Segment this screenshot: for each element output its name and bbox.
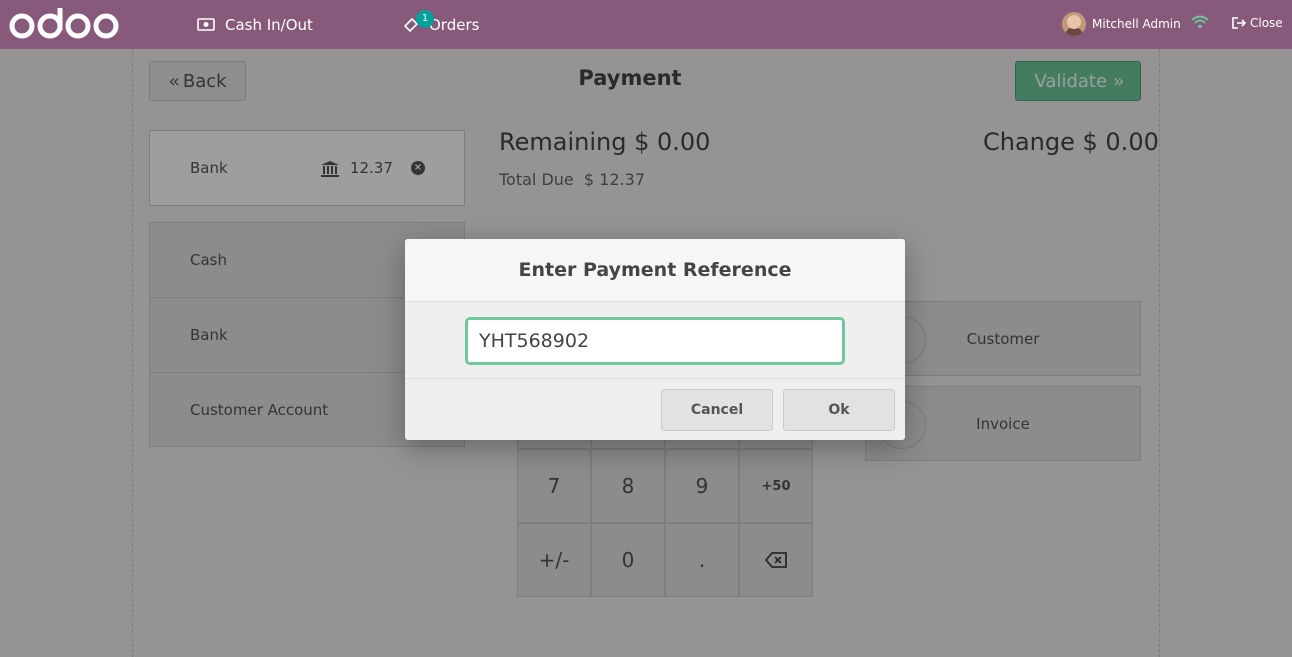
cash-icon bbox=[197, 18, 215, 31]
orders-button[interactable]: 1 Orders bbox=[403, 0, 479, 49]
cash-in-out-label: Cash In/Out bbox=[225, 15, 313, 34]
sign-out-icon bbox=[1232, 17, 1246, 29]
dialog-footer: Cancel Ok bbox=[405, 379, 905, 440]
cash-in-out-button[interactable]: Cash In/Out bbox=[197, 0, 313, 49]
orders-count-badge: 1 bbox=[416, 10, 434, 28]
avatar bbox=[1062, 12, 1086, 36]
dialog-title: Enter Payment Reference bbox=[405, 239, 905, 302]
odoo-logo bbox=[9, 8, 119, 39]
payment-reference-dialog: Enter Payment Reference Cancel Ok bbox=[405, 239, 905, 440]
user-menu[interactable]: Mitchell Admin bbox=[1062, 12, 1181, 36]
payment-reference-input[interactable] bbox=[465, 317, 845, 365]
orders-label: Orders bbox=[429, 15, 480, 34]
close-button[interactable]: Close bbox=[1232, 16, 1283, 30]
top-bar: Cash In/Out 1 Orders Mitchell Admin Clos… bbox=[0, 0, 1292, 49]
user-name: Mitchell Admin bbox=[1092, 17, 1181, 31]
dialog-body bbox=[405, 302, 905, 379]
cancel-button[interactable]: Cancel bbox=[661, 389, 773, 431]
ok-button[interactable]: Ok bbox=[783, 389, 895, 431]
wifi-icon bbox=[1191, 15, 1209, 29]
close-label: Close bbox=[1250, 16, 1283, 30]
